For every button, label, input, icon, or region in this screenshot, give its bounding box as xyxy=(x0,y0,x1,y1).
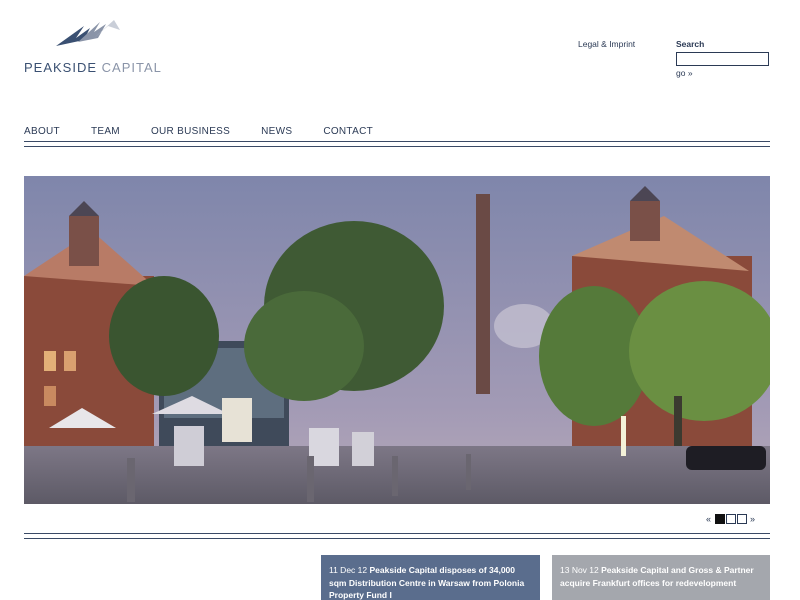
brand-name-sub: CAPITAL xyxy=(101,60,162,75)
prev-slide-button[interactable]: « xyxy=(703,514,714,524)
news-item[interactable]: 11 Dec 12 Peakside Capital disposes of 3… xyxy=(321,555,540,600)
brand-name: PEAKSIDE CAPITAL xyxy=(24,60,162,75)
legal-imprint-link[interactable]: Legal & Imprint xyxy=(578,39,635,49)
slide-dot-3[interactable] xyxy=(737,514,748,524)
search-go-link[interactable]: go » xyxy=(676,68,770,78)
news-date: 13 Nov 12 xyxy=(560,565,599,575)
slide-pager: « » xyxy=(703,514,758,524)
search-input[interactable] xyxy=(676,52,769,66)
content-divider-bottom xyxy=(24,538,770,539)
main-nav: ABOUT TEAM OUR BUSINESS NEWS CONTACT xyxy=(24,126,404,137)
nav-item-about[interactable]: ABOUT xyxy=(24,126,60,137)
brand-name-main: PEAKSIDE xyxy=(24,60,98,75)
mountain-peaks-icon xyxy=(56,20,120,46)
hero-photo xyxy=(24,176,770,504)
news-date: 11 Dec 12 xyxy=(329,565,368,575)
nav-item-news[interactable]: NEWS xyxy=(261,126,292,137)
logo[interactable]: PEAKSIDE CAPITAL xyxy=(24,18,174,78)
search-label: Search xyxy=(676,39,705,49)
slide-dot-2[interactable] xyxy=(726,514,737,524)
slide-dot-1[interactable] xyxy=(715,514,726,524)
hero-image xyxy=(24,176,770,504)
content-divider-top xyxy=(24,533,770,534)
nav-divider-bottom xyxy=(24,146,770,147)
nav-item-contact[interactable]: CONTACT xyxy=(323,126,373,137)
nav-item-our-business[interactable]: OUR BUSINESS xyxy=(151,126,230,137)
nav-item-team[interactable]: TEAM xyxy=(91,126,120,137)
next-slide-button[interactable]: » xyxy=(747,514,758,524)
search-box: Search go » xyxy=(676,39,770,78)
news-item[interactable]: 13 Nov 12 Peakside Capital and Gross & P… xyxy=(552,555,770,600)
nav-divider-top xyxy=(24,141,770,142)
